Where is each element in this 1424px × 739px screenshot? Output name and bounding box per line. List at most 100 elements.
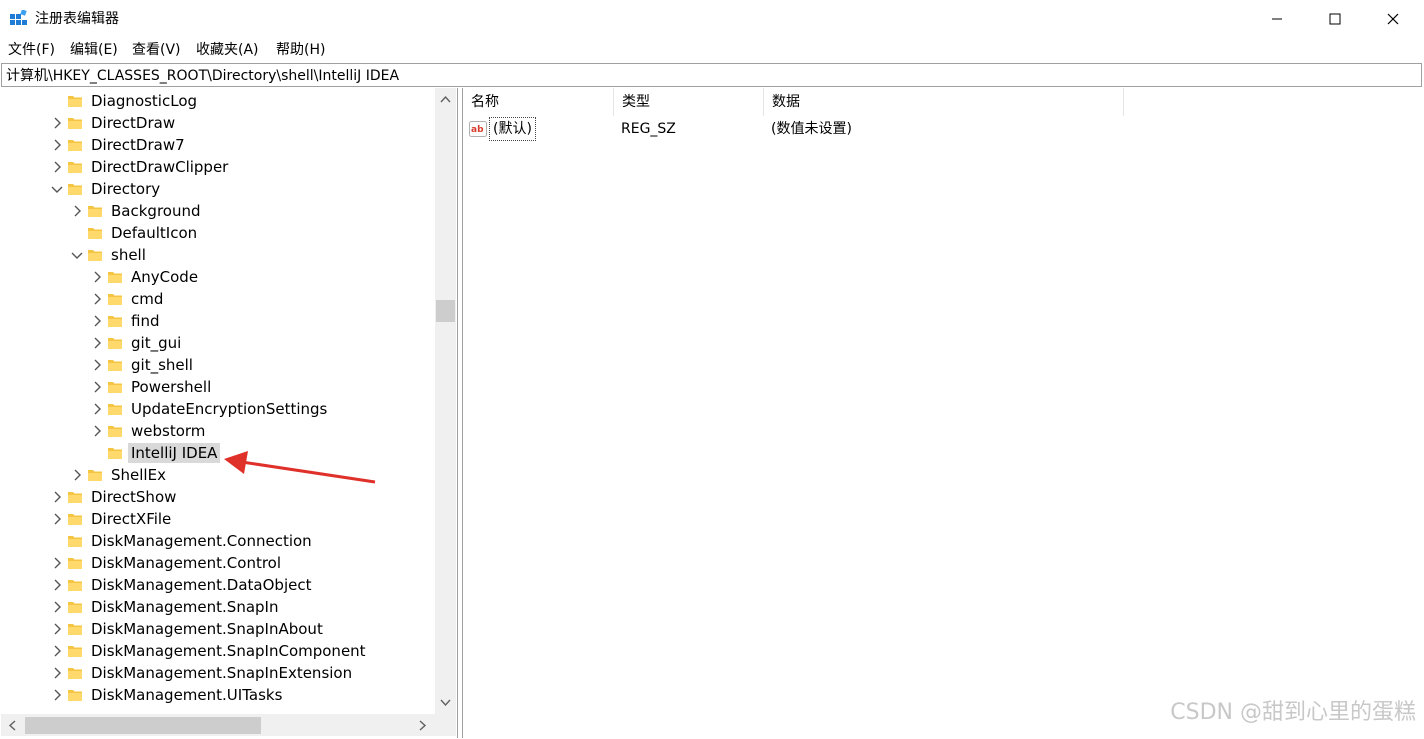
tree-item[interactable]: DiskManagement.SnapIn [1,596,435,618]
column-header-data[interactable]: 数据 [764,88,1124,116]
folder-icon [108,360,122,371]
tree-item-label: cmd [131,290,164,308]
scroll-left-icon[interactable] [8,720,16,731]
tree-item[interactable]: DirectDrawClipper [1,156,435,178]
tree-item[interactable]: cmd [1,288,435,310]
chevron-right-icon[interactable] [91,293,103,305]
tree-item-label: DiskManagement.SnapInComponent [91,642,366,660]
tree-item[interactable]: Directory [1,178,435,200]
column-header-type[interactable]: 类型 [614,88,764,116]
chevron-right-icon[interactable] [91,337,103,349]
folder-icon [88,470,102,481]
tree-item[interactable]: DiskManagement.SnapInAbout [1,618,435,640]
tree-horizontal-scroll-thumb[interactable] [25,717,261,734]
menu-favorites[interactable]: 收藏夹(A) [196,41,259,59]
tree-item[interactable]: DiskManagement.SnapInExtension [1,662,435,684]
chevron-right-icon[interactable] [91,359,103,371]
tree-item[interactable]: git_shell [1,354,435,376]
folder-icon [68,162,82,173]
tree-vertical-scrollbar[interactable] [435,88,456,714]
folder-icon [68,96,82,107]
tree-item-label: DiskManagement.Connection [91,532,312,550]
menu-file[interactable]: 文件(F) [8,41,55,59]
folder-icon [68,184,82,195]
tree-item[interactable]: DirectShow [1,486,435,508]
chevron-right-icon[interactable] [51,667,63,679]
tree-item[interactable]: Powershell [1,376,435,398]
tree-item[interactable]: DiskManagement.Control [1,552,435,574]
address-path: 计算机\HKEY_CLASSES_ROOT\Directory\shell\In… [6,68,400,84]
tree-item-label: DirectXFile [91,510,172,528]
column-header-name[interactable]: 名称 [463,88,614,116]
chevron-right-icon[interactable] [91,381,103,393]
chevron-right-icon[interactable] [91,425,103,437]
tree-item[interactable]: DiskManagement.Connection [1,530,435,552]
chevron-down-icon[interactable] [51,183,63,195]
chevron-right-icon[interactable] [51,601,63,613]
chevron-right-icon[interactable] [51,161,63,173]
tree-item-label: IntelliJ IDEA [128,443,221,463]
chevron-right-icon[interactable] [51,491,63,503]
tree-item-label: DiskManagement.SnapIn [91,598,279,616]
menu-view[interactable]: 查看(V) [132,41,181,59]
tree-item-label: DiskManagement.DataObject [91,576,312,594]
chevron-down-icon[interactable] [71,249,83,261]
value-name: (默认) [489,117,536,141]
chevron-right-icon[interactable] [51,623,63,635]
chevron-right-icon[interactable] [51,579,63,591]
folder-icon [108,404,122,415]
chevron-right-icon[interactable] [51,139,63,151]
scroll-up-icon[interactable] [440,95,451,103]
tree-item[interactable]: DiskManagement.DataObject [1,574,435,596]
maximize-icon [1329,13,1341,25]
folder-icon [68,492,82,503]
tree-item[interactable]: shell [1,244,435,266]
tree-horizontal-scrollbar[interactable] [1,714,456,736]
tree-item[interactable]: IntelliJ IDEA [1,442,435,464]
scroll-right-icon[interactable] [419,720,427,731]
tree-item[interactable]: ShellEx [1,464,435,486]
tree-item[interactable]: DiskManagement.UITasks [1,684,435,706]
tree-item[interactable]: AnyCode [1,266,435,288]
maximize-button[interactable] [1306,0,1364,38]
tree-item[interactable]: DirectXFile [1,508,435,530]
chevron-right-icon[interactable] [51,645,63,657]
chevron-right-icon[interactable] [51,117,63,129]
close-button[interactable] [1364,0,1422,38]
tree-item-label: DiskManagement.SnapInAbout [91,620,323,638]
tree-item[interactable]: Background [1,200,435,222]
chevron-right-icon[interactable] [71,205,83,217]
tree-item[interactable]: find [1,310,435,332]
tree-item[interactable]: git_gui [1,332,435,354]
scroll-down-icon[interactable] [440,699,451,707]
folder-icon [88,228,102,239]
folder-icon [108,426,122,437]
tree-item-label: git_shell [131,356,193,374]
title-bar: 注册表编辑器 [0,0,1424,38]
tree-item[interactable]: UpdateEncryptionSettings [1,398,435,420]
chevron-right-icon[interactable] [71,469,83,481]
tree-item[interactable]: DiskManagement.SnapInComponent [1,640,435,662]
svg-text:ab: ab [471,125,484,135]
chevron-right-icon[interactable] [91,315,103,327]
chevron-right-icon[interactable] [51,689,63,701]
tree-item[interactable]: DiagnosticLog [1,90,435,112]
tree-item[interactable]: DirectDraw7 [1,134,435,156]
tree-item[interactable]: DirectDraw [1,112,435,134]
address-bar[interactable]: 计算机\HKEY_CLASSES_ROOT\Directory\shell\In… [1,63,1422,87]
chevron-right-icon[interactable] [51,557,63,569]
menu-edit[interactable]: 编辑(E) [70,41,118,59]
minimize-button[interactable] [1248,0,1306,38]
tree-item[interactable]: webstorm [1,420,435,442]
menu-help[interactable]: 帮助(H) [276,41,325,59]
folder-icon [88,206,102,217]
tree-vertical-scroll-thumb[interactable] [436,300,455,322]
chevron-right-icon[interactable] [91,403,103,415]
string-value-icon: ab [469,121,487,137]
tree-item[interactable]: DefaultIcon [1,222,435,244]
key-tree-pane: DiagnosticLog DirectDraw DirectDraw7 Direct… [1,88,458,738]
tree-item-label: DiagnosticLog [91,92,198,110]
chevron-right-icon[interactable] [51,513,63,525]
chevron-right-icon[interactable] [91,271,103,283]
folder-icon [108,338,122,349]
